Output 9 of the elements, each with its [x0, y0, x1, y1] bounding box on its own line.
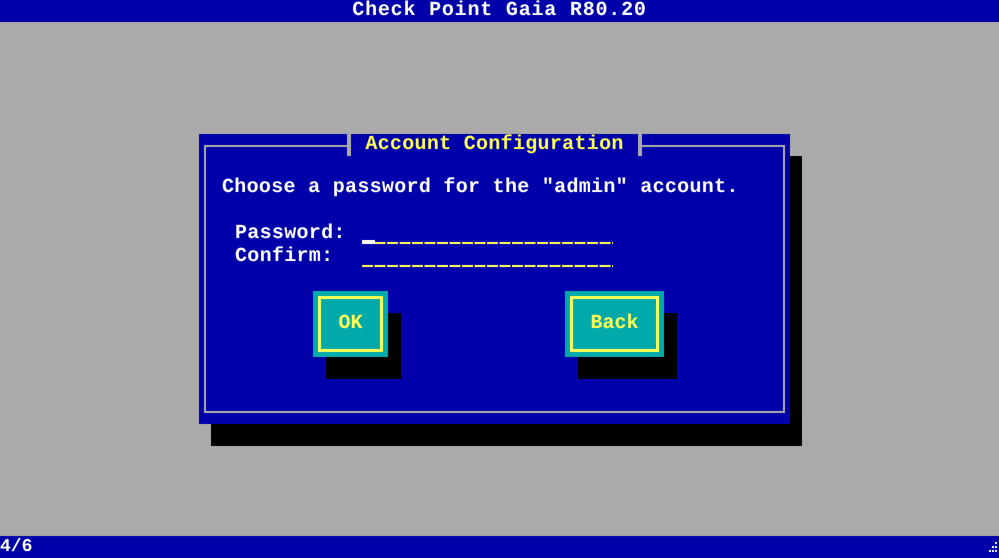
- field-label: Password:: [235, 223, 347, 244]
- dialog-button[interactable]: Back: [565, 291, 664, 357]
- prompt-text: Choose a password for the "admin" account.: [222, 178, 740, 198]
- resize-grip-icon: [987, 542, 997, 552]
- window-title: Check Point Gaia R80.20: [352, 1, 647, 21]
- field-label: Confirm:: [235, 246, 334, 267]
- dialog-title: Account Configuration: [347, 134, 642, 156]
- dialog-button[interactable]: OK: [313, 291, 388, 357]
- step-counter: 4/6: [0, 538, 32, 556]
